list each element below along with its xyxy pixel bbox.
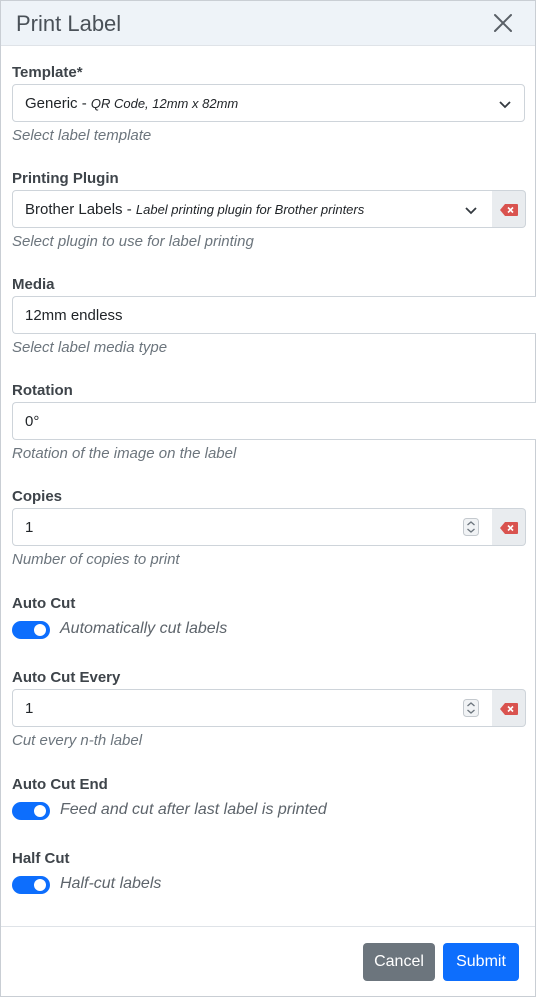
auto-cut-every-clear-button[interactable]: [492, 689, 526, 727]
template-select[interactable]: Generic - QR Code, 12mm x 82mm: [12, 84, 525, 122]
rotation-value: 0°: [25, 413, 40, 430]
number-spinner-icon[interactable]: [463, 518, 479, 536]
plugin-clear-button[interactable]: [492, 190, 526, 228]
copies-help: Number of copies to print: [12, 551, 180, 568]
auto-cut-end-toggle[interactable]: [12, 802, 50, 820]
template-label: Template*: [12, 64, 83, 81]
copies-value: 1: [25, 519, 34, 536]
dialog-title: Print Label: [16, 11, 122, 36]
print-label-dialog: Print Label Template* Generic - QR Code,…: [0, 0, 536, 997]
auto-cut-row: Automatically cut labels: [12, 620, 412, 642]
auto-cut-every-help: Cut every n-th label: [12, 732, 143, 749]
plugin-help: Select plugin to use for label printing: [12, 233, 254, 250]
half-cut-toggle[interactable]: [12, 876, 50, 894]
plugin-select-value: Brother Labels - Label printing plugin f…: [25, 201, 364, 218]
copies-clear-button[interactable]: [492, 508, 526, 546]
rotation-label: Rotation: [12, 382, 73, 399]
template-help: Select label template: [12, 127, 152, 144]
auto-cut-every-label: Auto Cut Every: [12, 669, 121, 686]
media-help: Select label media type: [12, 339, 168, 356]
half-cut-label: Half Cut: [12, 850, 70, 867]
media-label: Media: [12, 276, 55, 293]
cancel-button[interactable]: Cancel: [363, 943, 435, 981]
plugin-value-sub: Label printing plugin for Brother printe…: [135, 202, 365, 217]
rotation-input[interactable]: 0°: [12, 402, 536, 440]
auto-cut-text: Automatically cut labels: [60, 620, 228, 637]
auto-cut-toggle[interactable]: [12, 621, 50, 639]
toggle-knob: [34, 879, 46, 891]
clear-field-icon: [500, 522, 518, 534]
media-input[interactable]: 12mm endless: [12, 296, 536, 334]
template-select-value: Generic - QR Code, 12mm x 82mm: [25, 95, 238, 112]
submit-button[interactable]: Submit: [443, 943, 519, 981]
chevron-down-icon: [499, 101, 511, 109]
close-icon: [494, 14, 512, 32]
half-cut-row: Half-cut labels: [12, 875, 412, 897]
copies-label: Copies: [12, 488, 63, 505]
plugin-select[interactable]: Brother Labels - Label printing plugin f…: [12, 190, 493, 228]
chevron-down-icon: [465, 207, 477, 215]
toggle-knob: [34, 624, 46, 636]
rotation-help: Rotation of the image on the label: [12, 445, 237, 462]
auto-cut-every-value: 1: [25, 700, 34, 717]
auto-cut-label: Auto Cut: [12, 595, 76, 612]
media-value: 12mm endless: [25, 307, 123, 324]
number-spinner-icon[interactable]: [463, 699, 479, 717]
toggle-knob: [34, 805, 46, 817]
dialog-header: Print Label: [1, 1, 535, 46]
auto-cut-end-text: Feed and cut after last label is printed: [60, 801, 327, 818]
template-value-main: Generic -: [25, 95, 91, 112]
clear-field-icon: [500, 204, 518, 216]
clear-field-icon: [500, 703, 518, 715]
half-cut-text: Half-cut labels: [60, 875, 162, 892]
plugin-label: Printing Plugin: [12, 170, 119, 187]
template-value-sub: QR Code, 12mm x 82mm: [90, 96, 239, 111]
plugin-value-main: Brother Labels -: [25, 201, 136, 218]
close-button[interactable]: [491, 11, 515, 35]
copies-input[interactable]: 1: [12, 508, 493, 546]
dialog-footer: Cancel Submit: [1, 926, 535, 996]
auto-cut-end-row: Feed and cut after last label is printed: [12, 801, 412, 823]
auto-cut-every-input[interactable]: 1: [12, 689, 493, 727]
auto-cut-end-label: Auto Cut End: [12, 776, 108, 793]
